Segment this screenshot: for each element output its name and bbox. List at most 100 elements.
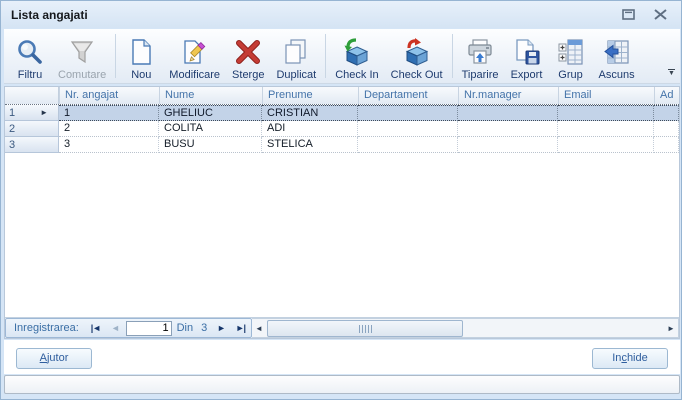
- toolbar-overflow-button[interactable]: ▼: [665, 66, 678, 80]
- next-record-button[interactable]: ►: [212, 323, 229, 333]
- toolbar-label: Comutare: [58, 69, 107, 81]
- cell-adresa[interactable]: [654, 137, 679, 153]
- toolbar: Filtru Comutare Nou Modificare Sterge Du…: [4, 29, 680, 84]
- scrollbar-thumb[interactable]: [267, 320, 463, 337]
- grid-row[interactable]: 1 ► 1 GHELIUC CRISTIAN: [5, 105, 679, 121]
- check-out-box-icon: [401, 36, 433, 68]
- toolbar-button-tiparire[interactable]: Tiparire: [456, 30, 505, 82]
- row-number: 1: [9, 106, 16, 119]
- scroll-left-button[interactable]: ◄: [252, 319, 266, 337]
- new-document-icon: [125, 36, 157, 68]
- toolbar-label: Check In: [335, 69, 379, 81]
- row-header[interactable]: 3: [5, 137, 59, 153]
- row-header[interactable]: 2: [5, 121, 59, 137]
- close-dialog-button[interactable]: Inchide: [592, 348, 668, 369]
- cell-prenume[interactable]: STELICA: [262, 137, 358, 153]
- help-button[interactable]: Ajutor: [16, 348, 92, 369]
- cell-nr-angajat[interactable]: 2: [59, 121, 159, 137]
- scroll-right-button[interactable]: ►: [664, 319, 678, 337]
- last-record-button[interactable]: ►|: [232, 323, 249, 333]
- window-lista-angajati: Lista angajati Filtru Comutare Nou Modif…: [0, 0, 682, 400]
- close-window-button[interactable]: [652, 7, 669, 22]
- help-label-key: A: [39, 352, 47, 364]
- toolbar-button-check-out[interactable]: Check Out: [385, 30, 449, 82]
- cell-prenume[interactable]: ADI: [262, 121, 358, 137]
- toolbar-label: Export: [510, 69, 543, 81]
- toolbar-separator: [325, 34, 327, 78]
- toolbar-button-check-in[interactable]: Check In: [329, 30, 384, 82]
- toolbar-button-export[interactable]: Export: [505, 30, 549, 82]
- column-header-nume[interactable]: Nume: [159, 87, 262, 104]
- toolbar-button-ascuns[interactable]: Ascuns: [593, 30, 641, 82]
- delete-x-icon: [232, 36, 264, 68]
- hidden-columns-icon: [601, 36, 633, 68]
- grid-row[interactable]: 3 3 BUSU STELICA: [5, 137, 679, 153]
- first-record-button[interactable]: |◄: [87, 323, 104, 333]
- column-header-nr-angajat[interactable]: Nr. angajat: [59, 87, 159, 104]
- restore-icon: [622, 9, 635, 20]
- export-save-icon: [511, 36, 543, 68]
- cell-email[interactable]: [558, 121, 654, 137]
- column-header-adresa[interactable]: Ad: [654, 87, 679, 104]
- toolbar-button-duplicat[interactable]: Duplicat: [270, 30, 322, 82]
- printer-icon: [464, 36, 496, 68]
- cell-departament[interactable]: [358, 105, 458, 121]
- cell-nume[interactable]: COLITA: [159, 121, 262, 137]
- cell-adresa[interactable]: [654, 105, 679, 121]
- restore-window-button[interactable]: [620, 7, 637, 22]
- grid-corner-cell: [5, 87, 59, 104]
- toolbar-label: Grup: [558, 69, 583, 81]
- toolbar-separator: [115, 34, 117, 78]
- cell-nr-manager[interactable]: [458, 137, 558, 153]
- window-title: Lista angajati: [11, 7, 88, 22]
- record-number-input[interactable]: [125, 320, 172, 336]
- cell-departament[interactable]: [358, 137, 458, 153]
- toolbar-button-nou[interactable]: Nou: [119, 30, 163, 82]
- column-header-departament[interactable]: Departament: [358, 87, 458, 104]
- cell-nr-angajat[interactable]: 3: [59, 137, 159, 153]
- column-header-email[interactable]: Email: [558, 87, 654, 104]
- record-navigator: Inregistrarea: |◄ ◄ Din 3 ► ►|: [5, 318, 252, 338]
- cell-departament[interactable]: [358, 121, 458, 137]
- of-label: Din: [176, 322, 194, 334]
- titlebar: Lista angajati: [1, 1, 681, 28]
- column-header-nr-manager[interactable]: Nr.manager: [458, 87, 558, 104]
- check-in-box-icon: [341, 36, 373, 68]
- column-header-prenume[interactable]: Prenume: [262, 87, 358, 104]
- cell-nume[interactable]: GHELIUC: [159, 105, 262, 121]
- toolbar-label: Nou: [131, 69, 152, 81]
- scrollbar-grip-icon: [358, 324, 372, 333]
- chevron-down-icon: ▼: [668, 70, 675, 77]
- record-navigator-label: Inregistrarea:: [14, 322, 79, 334]
- grid-footer: Inregistrarea: |◄ ◄ Din 3 ► ►| ◄ ►: [5, 317, 679, 338]
- grid-empty-area: [5, 153, 679, 317]
- grid-row[interactable]: 2 2 COLITA ADI: [5, 121, 679, 137]
- toolbar-button-modificare[interactable]: Modificare: [163, 30, 226, 82]
- record-count: 3: [201, 322, 208, 334]
- horizontal-scrollbar[interactable]: ◄ ►: [252, 318, 679, 338]
- search-filter-icon: [14, 36, 46, 68]
- cell-email[interactable]: [558, 137, 654, 153]
- cell-nume[interactable]: BUSU: [159, 137, 262, 153]
- cell-email[interactable]: [558, 105, 654, 121]
- dialog-button-row: Ajutor Inchide: [4, 340, 680, 374]
- toolbar-button-grup[interactable]: Grup: [549, 30, 593, 82]
- toolbar-separator: [451, 34, 453, 78]
- cell-nr-angajat[interactable]: 1: [59, 105, 159, 121]
- previous-record-button[interactable]: ◄: [106, 323, 123, 333]
- close-label-rest: hide: [626, 352, 648, 364]
- window-controls: [620, 7, 669, 22]
- toolbar-button-filtru[interactable]: Filtru: [8, 30, 52, 82]
- toolbar-button-sterge[interactable]: Sterge: [226, 30, 270, 82]
- cell-nr-manager[interactable]: [458, 105, 558, 121]
- current-row-arrow-icon: ►: [40, 108, 48, 117]
- cell-adresa[interactable]: [654, 121, 679, 137]
- funnel-icon: [66, 36, 98, 68]
- toolbar-label: Duplicat: [276, 69, 317, 81]
- cell-nr-manager[interactable]: [458, 121, 558, 137]
- toolbar-button-comutare[interactable]: Comutare: [52, 30, 112, 82]
- cell-prenume[interactable]: CRISTIAN: [262, 105, 358, 121]
- status-bar: [4, 375, 680, 394]
- row-header[interactable]: 1 ►: [5, 105, 59, 121]
- grid-header-row: Nr. angajat Nume Prenume Departament Nr.…: [5, 87, 679, 105]
